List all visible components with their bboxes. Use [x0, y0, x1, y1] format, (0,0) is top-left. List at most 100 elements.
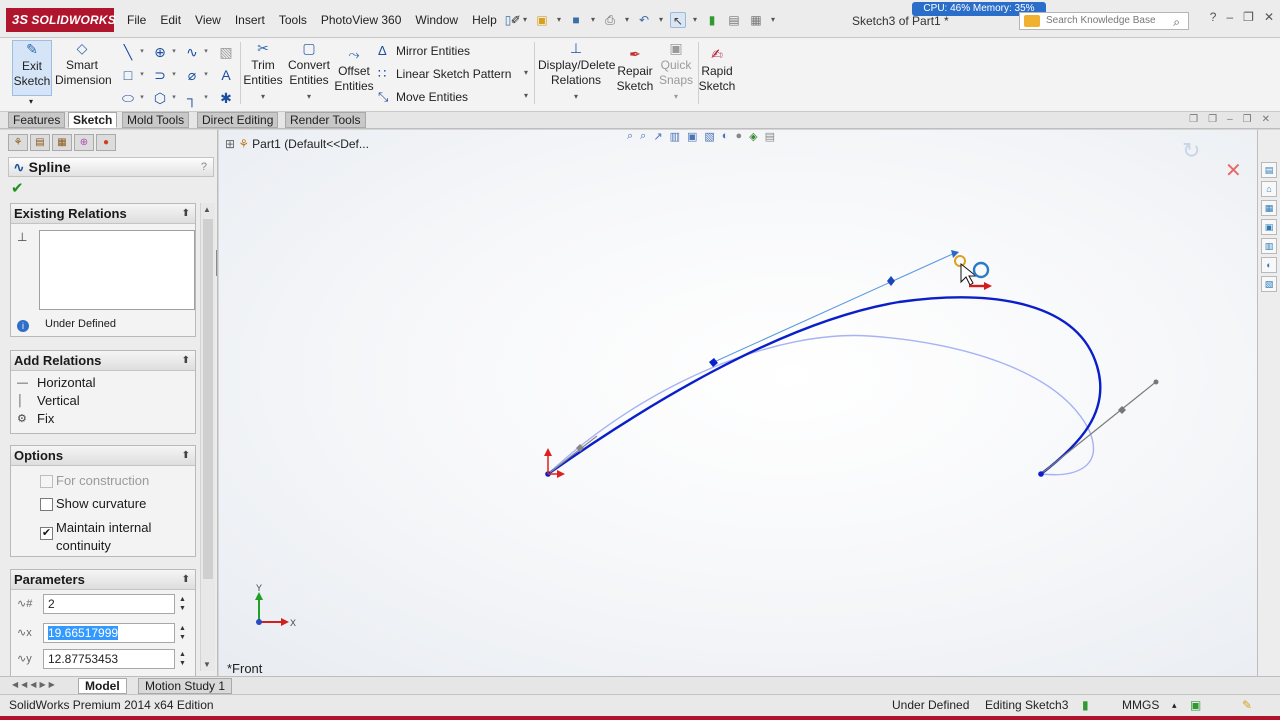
tab-mold-tools[interactable]: Mold Tools — [122, 112, 190, 128]
move-entities-button[interactable]: ⤡ Move Entities — [378, 89, 468, 105]
tab-features[interactable]: Features — [8, 112, 66, 128]
polygon-dropdown-icon[interactable]: ▾ — [170, 88, 178, 108]
file-properties-icon[interactable]: ▤ — [726, 12, 742, 28]
ellipse-dropdown-icon[interactable]: ▾ — [202, 65, 210, 85]
menu-tools[interactable]: Tools — [272, 13, 314, 27]
relation-horizontal[interactable]: — Horizontal — [11, 374, 195, 392]
relations-dropdown-icon[interactable]: ▾ — [574, 92, 578, 101]
sketch-canvas[interactable]: X Y — [219, 130, 1257, 676]
end-tangent-handle-tip[interactable] — [1153, 379, 1159, 385]
expand-icon[interactable]: ⊞ — [225, 137, 235, 151]
spline-icon[interactable]: ∿ — [182, 42, 202, 62]
file-explorer-icon[interactable]: ▣ — [1261, 219, 1277, 235]
scroll-thumb[interactable] — [203, 219, 213, 579]
y-coordinate-spinner[interactable]: ▲ ▼ — [179, 650, 186, 668]
spline-endpoint-end[interactable] — [1038, 471, 1044, 477]
point-number-spinner[interactable]: ▲ ▼ — [179, 595, 186, 613]
restore-icon[interactable]: ❐ — [1243, 10, 1254, 24]
exit-sketch-dropdown-icon[interactable]: ▾ — [29, 94, 33, 109]
slot-icon[interactable]: ⬭ — [118, 88, 138, 108]
polygon-icon[interactable]: ⬡ — [150, 88, 170, 108]
arc-icon[interactable]: ⊃ — [150, 65, 170, 85]
y-coordinate-input[interactable]: 12.87753453 — [43, 649, 175, 669]
menu-photoview[interactable]: PhotoView 360 — [314, 13, 409, 27]
mirror-entities-button[interactable]: Δ Mirror Entities — [378, 43, 470, 58]
doc-restore-icon[interactable]: ❐ — [1243, 114, 1252, 125]
collapse-icon[interactable]: ⬆ — [182, 570, 190, 590]
status-help-icon[interactable]: ▣ — [1190, 695, 1201, 716]
quick-tips-icon[interactable]: ✎ — [1242, 695, 1252, 716]
rectangle-icon[interactable]: □ — [118, 65, 138, 85]
offset-entities-button[interactable]: ⤳ Offset Entities — [334, 46, 374, 94]
for-construction-checkbox[interactable] — [40, 475, 53, 488]
appearances-icon[interactable]: ◐ — [1261, 257, 1277, 273]
spline-curve[interactable] — [547, 296, 1102, 475]
menu-help[interactable]: Help — [465, 13, 504, 27]
display-manager-tab-icon[interactable]: ● — [96, 134, 116, 151]
menu-window[interactable]: Window — [408, 13, 465, 27]
circle-icon[interactable]: ⊕ — [150, 42, 170, 62]
menu-file[interactable]: File — [120, 13, 153, 27]
graphics-area[interactable]: X Y ⊞ ⚘ Part1 (Default<<Def... ⌕ ⌕ ↗ ▥ ▣ … — [219, 130, 1257, 676]
display-delete-relations-button[interactable]: ⊥ Display/Delete Relations ▾ — [538, 40, 615, 104]
configuration-manager-tab-icon[interactable]: ▦ — [52, 134, 72, 151]
zoom-to-fit-icon[interactable]: ⌕ — [627, 130, 633, 146]
custom-properties-icon[interactable]: ▧ — [1261, 276, 1277, 292]
quick-snaps-button[interactable]: ▣ Quick Snaps ▾ — [656, 40, 696, 104]
linear-pattern-button[interactable]: ∷ Linear Sketch Pattern — [378, 66, 511, 82]
doc-tile2-icon[interactable]: ❐ — [1208, 114, 1217, 125]
rapid-sketch-button[interactable]: ✍ Rapid Sketch — [698, 46, 736, 94]
scroll-up-icon[interactable]: ▲ — [203, 205, 211, 214]
view-settings-icon[interactable]: ▤ — [765, 130, 775, 146]
rebuild-status-icon[interactable]: ▮ — [1082, 695, 1089, 716]
help-icon[interactable]: ? — [1210, 10, 1217, 24]
relation-fix[interactable]: ⚙ Fix — [11, 410, 195, 428]
menu-edit[interactable]: Edit — [153, 13, 188, 27]
menu-view[interactable]: View — [188, 13, 228, 27]
trim-entities-button[interactable]: ✂ Trim Entities ▾ — [242, 40, 284, 104]
close-icon[interactable]: ✕ — [1264, 10, 1274, 24]
undo-icon[interactable]: ↶ — [636, 12, 652, 28]
select-dropdown-icon[interactable]: ▾ — [692, 12, 698, 28]
tab-motion-study-1[interactable]: Motion Study 1 — [138, 678, 233, 694]
tab-direct-editing[interactable]: Direct Editing — [197, 112, 279, 128]
units-label[interactable]: MMGS — [1122, 695, 1159, 716]
display-style-icon[interactable]: ▧ — [704, 130, 714, 146]
tab-model[interactable]: Model — [78, 678, 127, 694]
previous-view-icon[interactable]: ↗ — [653, 130, 662, 146]
convert-dropdown-icon[interactable]: ▾ — [307, 92, 311, 101]
tab-sketch[interactable]: Sketch — [68, 112, 118, 128]
hide-show-icon[interactable]: ◐ — [722, 130, 729, 146]
search-icon[interactable]: ⌕ — [1173, 14, 1180, 30]
tab-navigation-arrows[interactable]: ◀◀◀▶▶ — [12, 680, 58, 689]
save-icon[interactable]: ■ — [568, 12, 584, 28]
text-icon[interactable]: A — [216, 65, 236, 85]
rectangle-dropdown-icon[interactable]: ▾ — [138, 65, 146, 85]
collapse-icon[interactable]: ⬆ — [182, 204, 190, 224]
line-icon[interactable]: ╲ — [118, 42, 138, 62]
fillet-dropdown-icon[interactable]: ▾ — [202, 88, 210, 108]
knowledge-base-search[interactable]: Search Knowledge Base ⌕ — [1019, 12, 1189, 30]
zoom-to-area-icon[interactable]: ⌕ — [640, 130, 646, 146]
section-view-icon[interactable]: ▥ — [670, 130, 680, 146]
minimize-icon[interactable]: – — [1226, 10, 1233, 24]
ellipse-icon[interactable]: ⌀ — [182, 65, 202, 85]
flyout-feature-tree[interactable]: ⊞ ⚘ Part1 (Default<<Def... — [225, 137, 369, 151]
linear-pattern-dropdown-icon[interactable]: ▾ — [524, 68, 528, 77]
dimxpert-tab-icon[interactable]: ⊕ — [74, 134, 94, 151]
line-dropdown-icon[interactable]: ▾ — [138, 42, 146, 62]
open-dropdown-icon[interactable]: ▾ — [556, 12, 562, 28]
x-coordinate-input[interactable]: 19.66517999 — [43, 623, 175, 643]
repair-sketch-button[interactable]: ✒ Repair Sketch — [616, 46, 654, 94]
convert-entities-button[interactable]: ▢ Convert Entities ▾ — [286, 40, 332, 104]
sketch-fillet-icon[interactable]: ▧ — [216, 42, 236, 62]
rebuild-icon[interactable]: ▮ — [704, 12, 720, 28]
save-dropdown-icon[interactable]: ▾ — [590, 12, 596, 28]
tab-render-tools[interactable]: Render Tools — [285, 112, 366, 128]
relation-vertical[interactable]: │ Vertical — [11, 392, 195, 410]
add-relations-header[interactable]: Add Relations ⬆ — [11, 351, 195, 371]
collapse-icon[interactable]: ⬆ — [182, 351, 190, 371]
doc-minimize-icon[interactable]: – — [1227, 114, 1233, 125]
feature-manager-tab-icon[interactable]: ⚘ — [8, 134, 28, 151]
handle-grab-point[interactable] — [954, 255, 966, 267]
